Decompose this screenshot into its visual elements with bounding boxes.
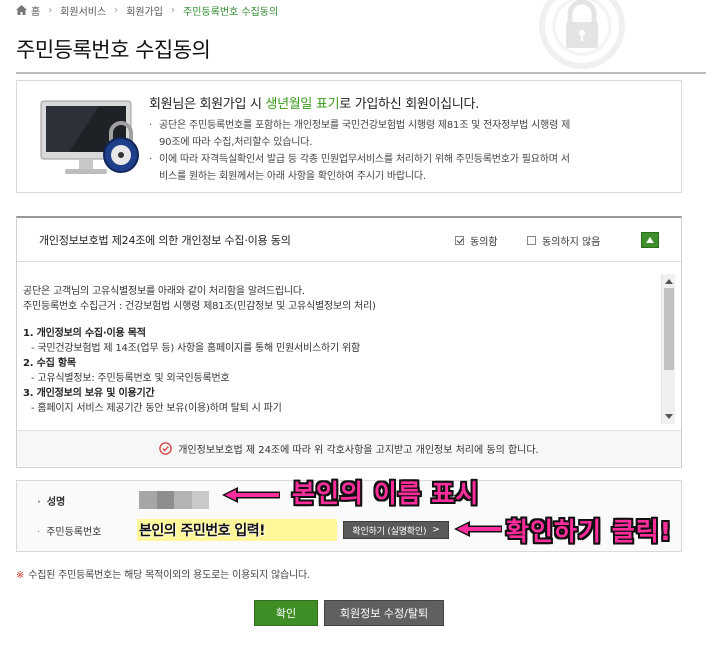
info-bullet: 이에 따라 자격득실확인서 발급 등 각종 민원업무서비스를 처리하기 위해 주… xyxy=(149,151,669,185)
rrn-input[interactable] xyxy=(137,519,337,541)
annotation-arrow-icon xyxy=(222,487,280,503)
bullet-line: 90조에 따라 수집,처리할수 있습니다. xyxy=(159,137,313,148)
name-label-text: 성명 xyxy=(46,497,66,508)
terms-section-heading: 1. 개인정보의 수집·이용 목적 xyxy=(23,328,146,339)
consent-notice-text: 개인정보보호법 제 24조에 따라 위 각호사항을 고지받고 개인정보 처리에 … xyxy=(178,445,539,456)
agree-label: 동의함 xyxy=(470,237,498,248)
verify-button-label: 확인하기 (실명확인) xyxy=(352,526,427,537)
annotation-name: 본인의 이름 표시 xyxy=(292,479,480,508)
checkbox-icon[interactable] xyxy=(527,236,536,245)
terms-line: - 홈페이지 서비스 제공기간 동안 보유(이용)하며 탈퇴 시 파기 xyxy=(31,403,282,414)
verify-identity-button[interactable]: 확인하기 (실명확인) > xyxy=(343,521,449,539)
terms-scroll-area[interactable]: 공단은 고객님의 고유식별정보를 아래와 같이 처리함을 알려드립니다. 주민등… xyxy=(17,274,679,424)
chevron-right-icon: › xyxy=(48,4,53,16)
breadcrumb-item[interactable]: 회원가입 xyxy=(126,3,163,18)
name-label: · 성명 xyxy=(37,497,66,508)
chevron-right-icon: > xyxy=(432,525,440,535)
name-value-masked xyxy=(139,491,209,509)
lock-decoration-icon xyxy=(539,0,625,69)
rrn-label: · 주민등록번호 xyxy=(37,527,102,538)
info-box: 회원님은 회원가입 시 생년월일 표기로 가입하신 회원이십니다. 공단은 주민… xyxy=(16,80,682,193)
scroll-up-icon[interactable] xyxy=(665,279,673,284)
annotation-click: 확인하기 클릭! xyxy=(506,517,673,546)
scroll-thumb[interactable] xyxy=(664,288,674,370)
breadcrumb-item[interactable]: 회원서비스 xyxy=(60,3,106,18)
confirm-button[interactable]: 확인 xyxy=(254,600,318,626)
terms-line: 주민등록번호 수집근거 : 건강보험법 시행령 제81조(민감정보 및 고유식별… xyxy=(23,301,376,312)
info-headline: 회원님은 회원가입 시 생년월일 표기로 가입하신 회원이십니다. xyxy=(149,93,479,112)
agree-checkbox[interactable]: 동의함 xyxy=(455,233,498,248)
consent-box: 개인정보보호법 제24조에 의한 개인정보 수집·이용 동의 동의함 동의하지 … xyxy=(16,216,682,468)
collapse-toggle-button[interactable] xyxy=(641,232,659,248)
breadcrumb: 홈 › 회원서비스 › 회원가입 › 주민등록번호 수집동의 xyxy=(16,2,278,18)
bullet-line: 공단은 주민등록번호를 포함하는 개인정보를 국민건강보험법 시행령 제81조 … xyxy=(159,120,571,131)
annotation-arrow-icon xyxy=(454,521,502,537)
edit-member-button[interactable]: 회원정보 수정/탈퇴 xyxy=(324,600,444,626)
footnote: ※ 수집된 주민등록번호는 해당 목적이외의 용도로는 이용되지 않습니다. xyxy=(16,566,310,581)
bullet-line: 이에 따라 자격득실확인서 발급 등 각종 민원업무서비스를 처리하기 위해 주… xyxy=(159,154,570,165)
page-title: 주민등록번호 수집동의 xyxy=(16,38,211,62)
headline-text: 로 가입하신 회원이십니다. xyxy=(339,97,479,112)
headline-text: 회원님은 회원가입 시 xyxy=(149,97,266,112)
footnote-text: 수집된 주민등록번호는 해당 목적이외의 용도로는 이용되지 않습니다. xyxy=(28,570,311,581)
consent-title: 개인정보보호법 제24조에 의한 개인정보 수집·이용 동의 xyxy=(39,234,291,247)
terms-section-heading: 2. 수집 항목 xyxy=(23,358,76,369)
disagree-label: 동의하지 않음 xyxy=(542,237,601,248)
monitor-lock-illustration xyxy=(40,100,139,174)
headline-highlight: 생년월일 표기 xyxy=(265,97,340,112)
terms-scrollbar[interactable] xyxy=(661,274,675,424)
chevron-right-icon: › xyxy=(114,4,119,16)
rrn-label-text: 주민등록번호 xyxy=(46,527,102,538)
check-circle-icon xyxy=(159,442,172,455)
chevron-right-icon: › xyxy=(171,4,176,16)
bullet-line: 비스를 원하는 회원께서는 아래 사항을 확인하여 주시기 바랍니다. xyxy=(159,171,426,182)
terms-line: - 고유식별정보: 주민등록번호 및 외국인등록번호 xyxy=(31,373,230,384)
consent-header: 개인정보보호법 제24조에 의한 개인정보 수집·이용 동의 동의함 동의하지 … xyxy=(17,218,681,262)
home-icon[interactable] xyxy=(16,5,27,15)
breadcrumb-home[interactable]: 홈 xyxy=(31,3,40,18)
footnote-mark: ※ xyxy=(16,570,25,581)
info-bullets: 공단은 주민등록번호를 포함하는 개인정보를 국민건강보험법 시행령 제81조 … xyxy=(149,117,669,185)
breadcrumb-current: 주민등록번호 수집동의 xyxy=(183,6,279,18)
disagree-checkbox[interactable]: 동의하지 않음 xyxy=(527,233,600,248)
info-bullet: 공단은 주민등록번호를 포함하는 개인정보를 국민건강보험법 시행령 제81조 … xyxy=(149,117,669,151)
terms-line: 공단은 고객님의 고유식별정보를 아래와 같이 처리함을 알려드립니다. xyxy=(23,286,305,297)
checkbox-checked-icon[interactable] xyxy=(455,236,464,245)
terms-section-heading: 3. 개인정보의 보유 및 이용기간 xyxy=(23,388,155,399)
terms-line: - 국민건강보험법 제 14조(업무 등) 사항을 홈페이지를 통해 민원서비스… xyxy=(31,343,360,354)
terms-text: 공단은 고객님의 고유식별정보를 아래와 같이 처리함을 알려드립니다. 주민등… xyxy=(23,284,653,416)
title-divider xyxy=(16,72,706,74)
scroll-down-icon[interactable] xyxy=(665,414,673,419)
consent-notice: 개인정보보호법 제 24조에 따라 위 각호사항을 고지받고 개인정보 처리에 … xyxy=(17,430,681,466)
